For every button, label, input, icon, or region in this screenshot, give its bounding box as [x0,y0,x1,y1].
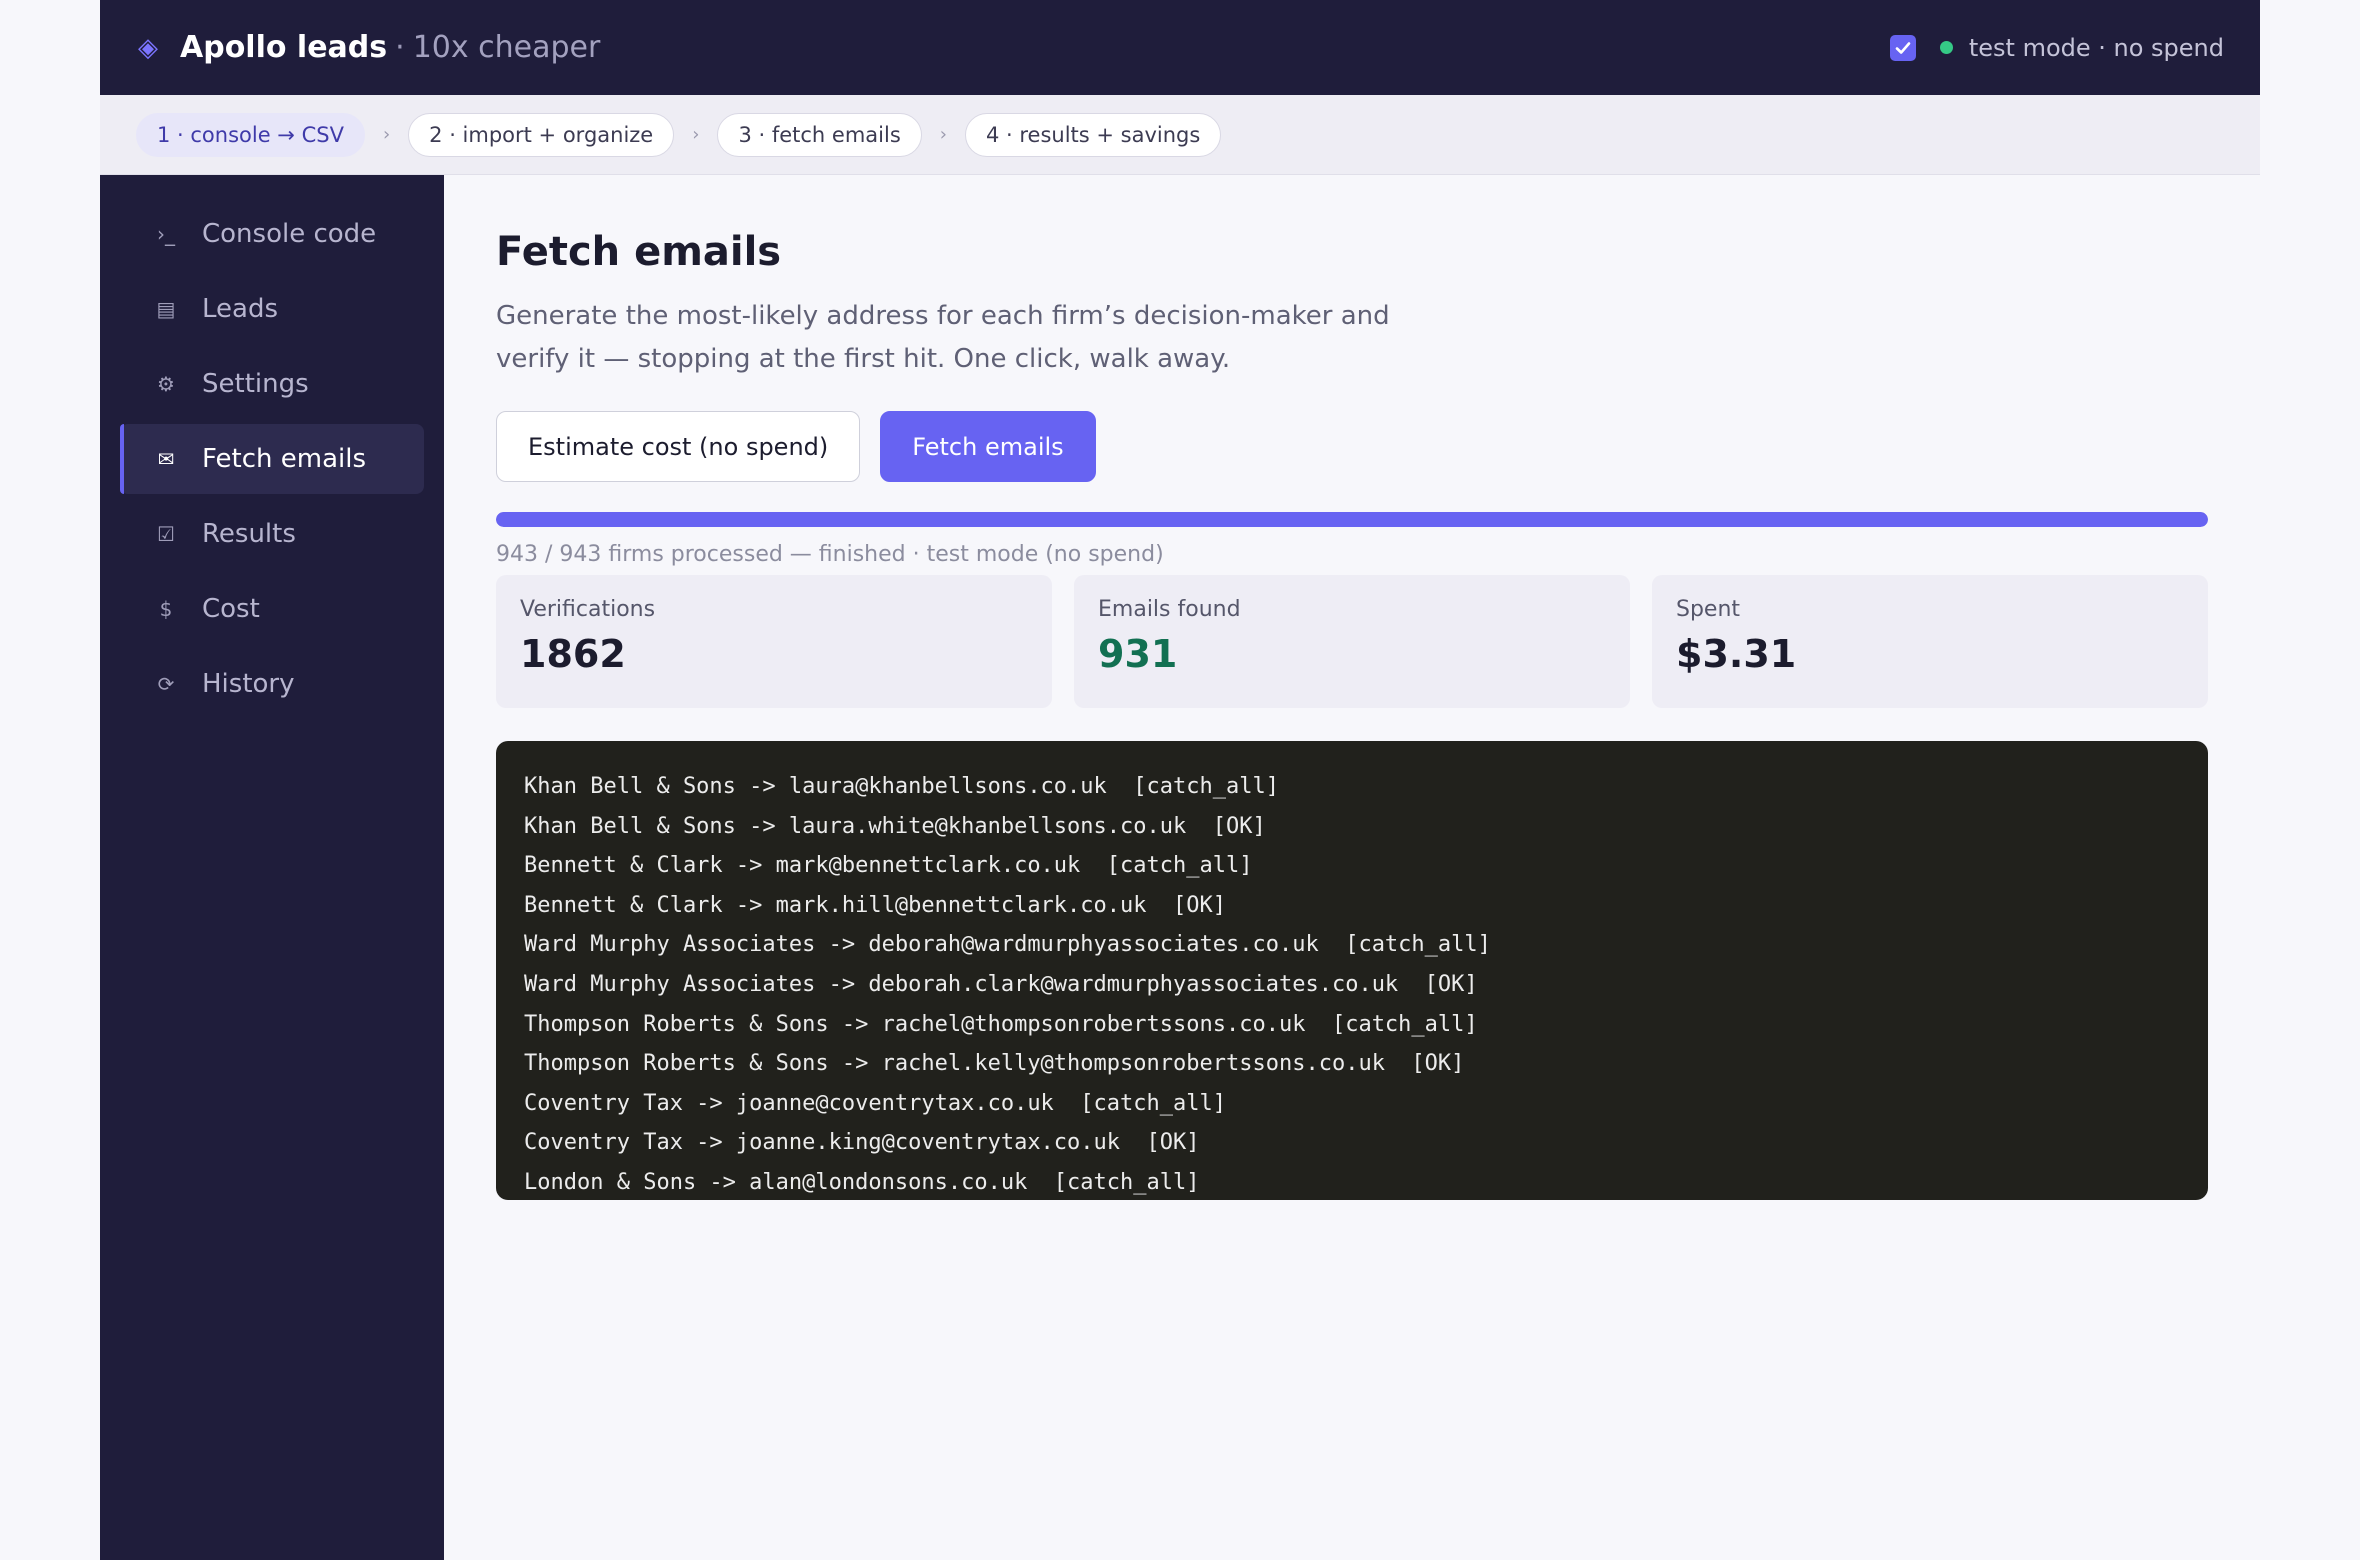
log-line: Thompson Roberts & Sons -> rachel@thomps… [524,1011,1478,1037]
brand-separator: · [395,30,405,65]
log-console[interactable]: Khan Bell & Sons -> laura@khanbellsons.c… [496,741,2208,1200]
sidebar-item-label: Console code [202,219,377,249]
log-line: Khan Bell & Sons -> laura@khanbellsons.c… [524,774,1279,799]
log-line: London & Sons -> alan@londonsons.co.uk [… [524,1169,1200,1195]
progress-status: 943 / 943 firms processed — finished · t… [496,542,1164,567]
brand-name: Apollo leads [180,30,388,65]
sidebar-item-label: Results [202,519,296,549]
step-results-savings[interactable]: 4 · results + savings [964,112,1222,157]
step-breadcrumb: 1 · console → CSV › 2 · import + organiz… [100,95,2260,175]
step-label: 4 · results + savings [985,122,1201,147]
sidebar-item-cost[interactable]: $ Cost [120,574,424,644]
step-console-csv[interactable]: 1 · console → CSV [136,112,365,157]
sidebar: ›_ Console code ▤ Leads ⚙ Settings ✉ Fet… [100,175,444,1560]
step-import-organize[interactable]: 2 · import + organize [408,112,675,157]
step-label: 1 · console → CSV [157,122,344,147]
sidebar-item-label: History [202,669,295,699]
page-description-line: Generate the most-likely address for eac… [496,301,1390,331]
sidebar-item-settings[interactable]: ⚙ Settings [120,349,424,419]
sidebar-item-leads[interactable]: ▤ Leads [120,274,424,344]
list-icon: ▤ [156,297,176,321]
stats-row: Verifications 1862 Emails found 931 Spen… [496,575,2208,708]
fetch-emails-button[interactable]: Fetch emails [880,411,1096,482]
sidebar-item-label: Settings [202,369,309,399]
chevron-right-icon: › [382,124,391,145]
mail-icon: ✉ [157,447,175,471]
test-mode-checkbox[interactable] [1889,34,1916,61]
log-line: Bennett & Clark -> mark@bennettclark.co.… [524,853,1253,879]
log-line: Coventry Tax -> joanne@coventrytax.co.uk… [524,1090,1226,1116]
step-fetch-emails[interactable]: 3 · fetch emails [717,112,922,157]
sidebar-item-results[interactable]: ☑ Results [120,499,424,569]
stat-value: $3.31 [1676,632,1797,676]
stat-card-verifications: Verifications 1862 [496,575,1052,708]
checkbox-icon: ☑ [157,522,175,546]
progress-bar-fill [496,512,2208,527]
page-description: Generate the most-likely address for eac… [496,295,1396,381]
sidebar-item-label: Fetch emails [202,444,367,474]
brand: ◈ Apollo leads · 10x cheaper [138,30,600,65]
stat-value: 931 [1098,632,1178,676]
gear-icon: ⚙ [157,372,175,396]
chevron-right-icon: › [939,124,947,145]
sidebar-item-fetch-emails[interactable]: ✉ Fetch emails [120,424,424,494]
chevron-right-icon: › [692,124,700,145]
step-label: 2 · import + organize [429,122,654,147]
stat-label: Verifications [520,597,656,622]
dollar-icon: $ [159,597,173,621]
stat-label: Spent [1676,597,1741,622]
app-window: ◈ Apollo leads · 10x cheaper test mode ·… [100,0,2260,1560]
progress-bar [496,512,2208,527]
stat-card-emails-found: Emails found 931 [1074,575,1630,708]
sidebar-item-history[interactable]: ⟳ History [120,649,424,719]
log-line: Ward Murphy Associates -> deborah.clark@… [524,971,1478,997]
main-content: Fetch emails Generate the most-likely ad… [496,175,2208,1200]
sidebar-item-label: Leads [202,294,279,324]
log-line: Coventry Tax -> joanne.king@coventrytax.… [524,1130,1200,1156]
estimate-cost-button[interactable]: Estimate cost (no spend) [496,411,861,482]
step-label: 3 · fetch emails [738,122,901,147]
test-mode-toggle: test mode · no spend [1889,33,2224,62]
log-line: Khan Bell & Sons -> laura.white@khanbell… [524,813,1266,839]
terminal-icon: ›_ [157,222,175,246]
page-description-line: verify it — stopping at the first hit. O… [496,344,1231,374]
sidebar-item-console-code[interactable]: ›_ Console code [120,199,424,269]
checkmark-icon [1895,41,1911,54]
status-dot-icon [1939,41,1953,54]
page-title: Fetch emails [496,229,782,275]
top-bar: ◈ Apollo leads · 10x cheaper test mode ·… [100,0,2260,95]
stat-label: Emails found [1098,597,1241,622]
stat-value: 1862 [520,632,626,676]
sidebar-item-label: Cost [202,594,260,624]
log-line: Ward Murphy Associates -> deborah@wardmu… [524,932,1491,958]
log-line: Bennett & Clark -> mark.hill@bennettclar… [524,892,1226,918]
history-icon: ⟳ [157,672,175,696]
brand-tagline: 10x cheaper [412,30,601,65]
test-mode-label: test mode · no spend [1968,33,2224,62]
log-line: Thompson Roberts & Sons -> rachel.kelly@… [524,1051,1465,1077]
action-buttons: Estimate cost (no spend) Fetch emails [496,411,2208,482]
diamond-logo-icon: ◈ [138,32,158,63]
stat-card-spent: Spent $3.31 [1652,575,2208,708]
